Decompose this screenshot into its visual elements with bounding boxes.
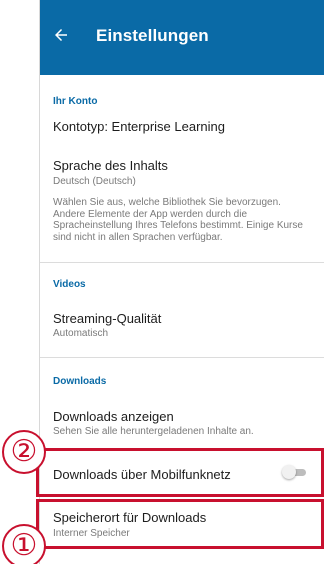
streaming-quality-row[interactable]: Streaming-Qualität Automatisch	[40, 300, 324, 344]
content-language-title: Sprache des Inhalts	[53, 158, 168, 173]
show-downloads-row[interactable]: Downloads anzeigen Sehen Sie alle herunt…	[40, 398, 324, 444]
mobile-downloads-title: Downloads über Mobilfunknetz	[53, 467, 231, 482]
page-title: Einstellungen	[96, 26, 209, 45]
section-divider	[40, 262, 324, 263]
app-bar: Einstellungen	[40, 0, 324, 75]
storage-location-row[interactable]: Speicherort für Downloads Interner Speic…	[40, 500, 324, 546]
content-language-description: Wählen Sie aus, welche Bibliothek Sie be…	[53, 197, 303, 243]
section-header-account: Ihr Konto	[53, 96, 98, 107]
storage-location-title: Speicherort für Downloads	[53, 510, 207, 525]
toggle-thumb	[282, 465, 296, 479]
settings-screen: Einstellungen Ihr Konto Kontotyp: Enterp…	[40, 0, 324, 564]
section-header-downloads: Downloads	[53, 376, 107, 387]
content-language-value: Deutsch (Deutsch)	[53, 176, 136, 187]
show-downloads-title: Downloads anzeigen	[53, 409, 174, 424]
show-downloads-subtitle: Sehen Sie alle heruntergeladenen Inhalte…	[53, 426, 254, 437]
screenshot-canvas: Einstellungen Ihr Konto Kontotyp: Enterp…	[0, 0, 324, 564]
annotation-badge-2: ②	[2, 430, 46, 474]
mobile-downloads-toggle[interactable]	[282, 465, 306, 479]
account-type-row: Kontotyp: Enterprise Learning	[40, 110, 324, 140]
account-type-label: Kontotyp: Enterprise Learning	[53, 119, 225, 134]
streaming-quality-value: Automatisch	[53, 328, 109, 339]
section-divider	[40, 357, 324, 358]
annotation-badge-1: ①	[2, 524, 46, 564]
section-header-videos: Videos	[53, 279, 86, 290]
arrow-left-icon[interactable]	[52, 26, 70, 44]
streaming-quality-title: Streaming-Qualität	[53, 311, 162, 326]
storage-location-value: Interner Speicher	[53, 528, 130, 539]
content-language-row[interactable]: Sprache des Inhalts Deutsch (Deutsch) Wä…	[40, 150, 324, 265]
